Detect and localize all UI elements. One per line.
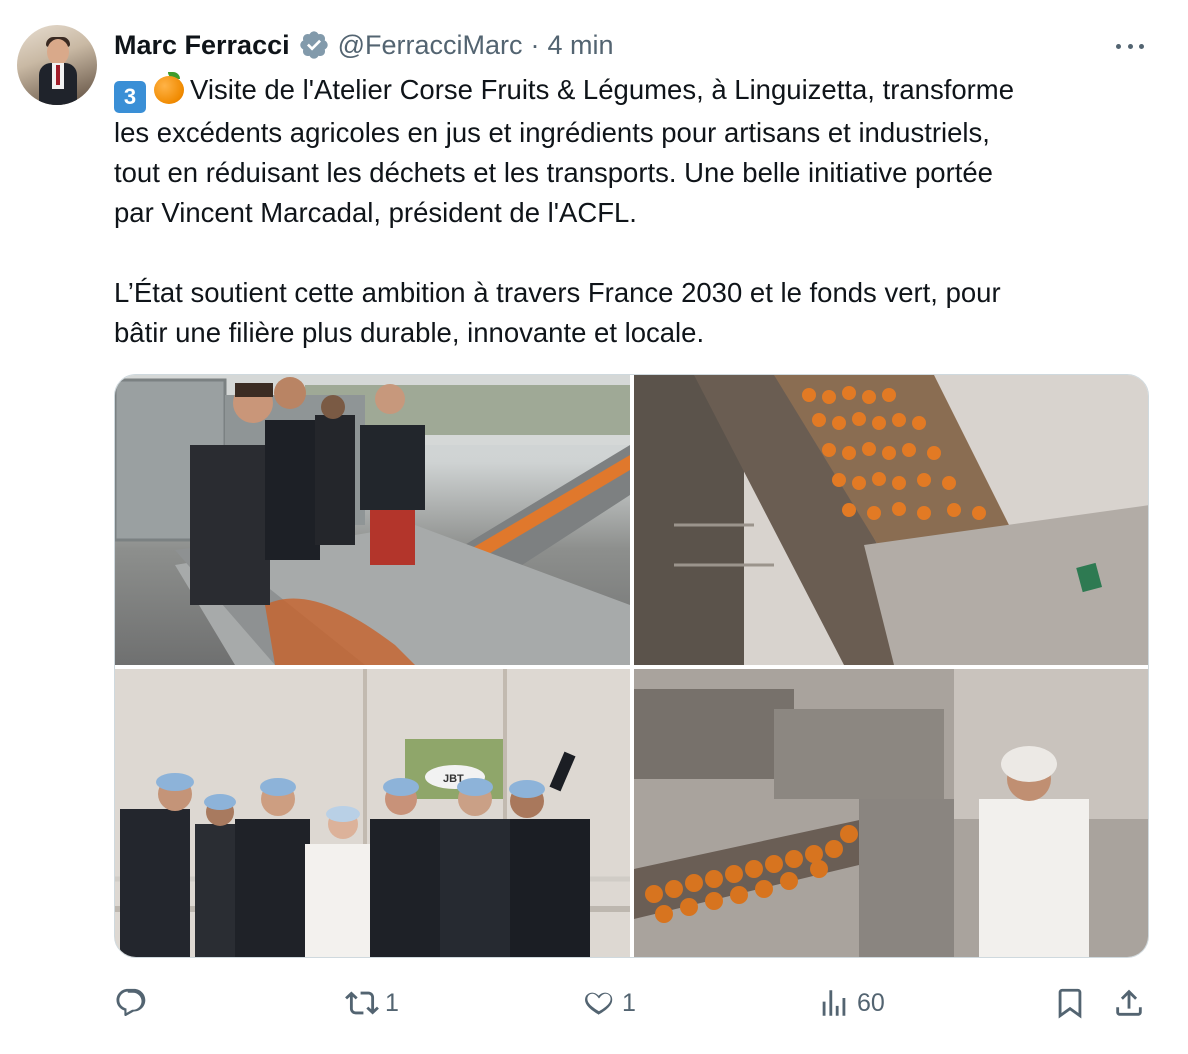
views-button[interactable]: 60	[817, 980, 885, 1026]
orange-emoji-icon	[154, 72, 184, 104]
media-photo-2[interactable]	[634, 375, 1148, 665]
tweet-text-line: Visite de l'Atelier Corse Fruits & Légum…	[190, 74, 1015, 105]
share-button[interactable]	[1112, 980, 1146, 1026]
media-photo-3[interactable]: JBT	[115, 669, 630, 957]
author-name[interactable]: Marc Ferracci	[114, 30, 290, 61]
media-photo-1[interactable]	[115, 375, 630, 665]
tweet-header: Marc Ferracci @FerracciMarc · 4 min	[114, 28, 614, 62]
like-button[interactable]: 1	[582, 980, 636, 1026]
bookmark-icon	[1058, 988, 1082, 1019]
tweet-text-line: L’État soutient cette ambition à travers…	[114, 277, 1001, 308]
reply-icon	[116, 988, 146, 1017]
bookmark-button[interactable]	[1053, 980, 1087, 1026]
analytics-icon	[822, 990, 846, 1016]
share-icon	[1116, 989, 1142, 1016]
separator-dot: ·	[530, 29, 540, 60]
tweet-text-line: bâtir une filière plus durable, innovant…	[114, 317, 705, 348]
tweet-text-line: les excédents agricoles en jus et ingréd…	[114, 117, 990, 148]
media-grid: JBT	[114, 374, 1149, 958]
reply-button[interactable]	[114, 980, 154, 1026]
like-count: 1	[622, 988, 636, 1017]
media-photo-4[interactable]	[634, 669, 1148, 957]
tweet-text-line: par Vincent Marcadal, président de l'ACF…	[114, 197, 637, 228]
avatar[interactable]	[17, 25, 97, 105]
action-bar: 1 1 60	[0, 980, 1188, 1030]
retweet-button[interactable]: 1	[345, 980, 399, 1026]
tweet-line-1: 3 Visite de l'Atelier Corse Fruits & Légu…	[114, 70, 1144, 113]
retweet-icon	[345, 991, 379, 1015]
timestamp[interactable]: 4 min	[548, 30, 614, 61]
heart-icon	[585, 992, 613, 1015]
author-handle[interactable]: @FerracciMarc	[338, 30, 523, 61]
more-options-icon[interactable]	[1112, 33, 1148, 59]
tweet-text-line: tout en réduisant les déchets et les tra…	[114, 157, 993, 188]
tweet: Marc Ferracci @FerracciMarc · 4 min 3 Vis…	[0, 0, 1188, 1054]
keycap-emoji: 3	[114, 81, 146, 113]
retweet-count: 1	[385, 988, 399, 1017]
verified-badge-icon[interactable]	[298, 29, 330, 61]
tweet-text: 3 Visite de l'Atelier Corse Fruits & Légu…	[114, 70, 1144, 353]
views-count: 60	[857, 988, 885, 1017]
